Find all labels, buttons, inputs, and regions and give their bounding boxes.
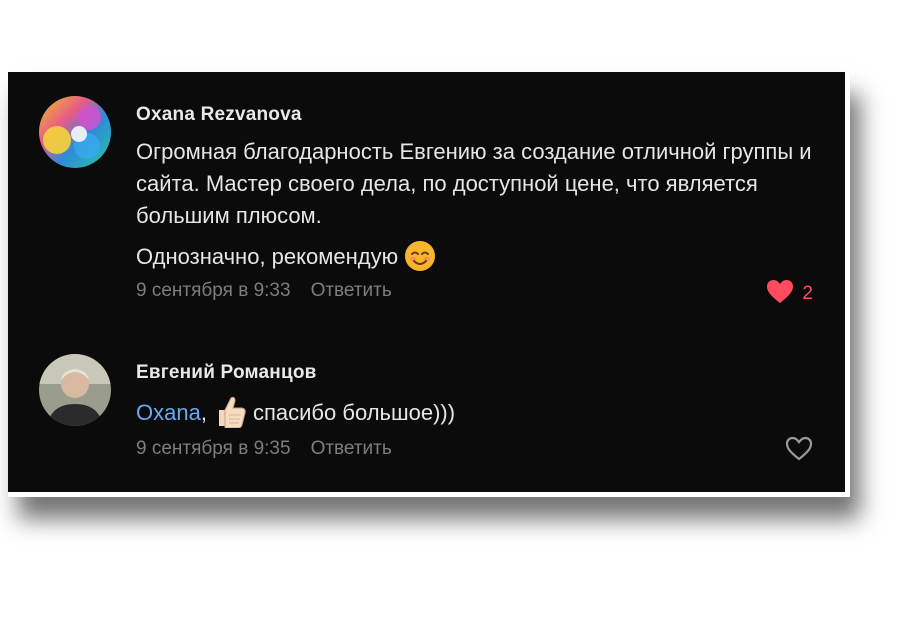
smiling-face-emoji-icon xyxy=(404,240,436,281)
avatar[interactable] xyxy=(39,96,111,168)
reply-button[interactable]: Ответить xyxy=(311,280,392,301)
like-count: 2 xyxy=(802,283,813,304)
like-button[interactable] xyxy=(785,436,813,466)
comment-meta: 9 сентября в 9:35 Ответить xyxy=(136,438,392,460)
mention-link[interactable]: Oxana xyxy=(136,400,201,425)
comment-text: Oxana, спасибо большое))) xyxy=(136,394,826,437)
avatar[interactable] xyxy=(39,354,111,426)
reply-button[interactable]: Ответить xyxy=(311,438,392,459)
mention-suffix: , xyxy=(200,400,207,425)
comment-text: Огромная благодарность Евгению за создан… xyxy=(136,136,826,281)
heart-filled-icon xyxy=(766,279,794,309)
comment-author[interactable]: Oxana Rezvanova xyxy=(136,104,302,126)
comment-paragraph: Огромная благодарность Евгению за создан… xyxy=(136,139,812,228)
comment-meta: 9 сентября в 9:33 Ответить xyxy=(136,280,392,302)
comment-timestamp[interactable]: 9 сентября в 9:33 xyxy=(136,280,291,301)
comment-timestamp[interactable]: 9 сентября в 9:35 xyxy=(136,438,291,459)
comment-paragraph: Oxana, спасибо большое))) xyxy=(136,394,826,437)
comment-paragraph-text: Однозначно, рекомендую xyxy=(136,244,399,269)
comments-panel: Oxana Rezvanova Огромная благодарность Е… xyxy=(8,72,850,497)
comment-paragraph: Однозначно, рекомендую xyxy=(136,240,826,281)
comment-author[interactable]: Евгений Романцов xyxy=(136,362,317,384)
heart-outline-icon xyxy=(785,436,813,466)
comment-reply-text: спасибо большое))) xyxy=(252,400,456,425)
like-button[interactable]: 2 xyxy=(766,279,813,309)
thumbs-up-emoji-icon xyxy=(215,394,247,437)
